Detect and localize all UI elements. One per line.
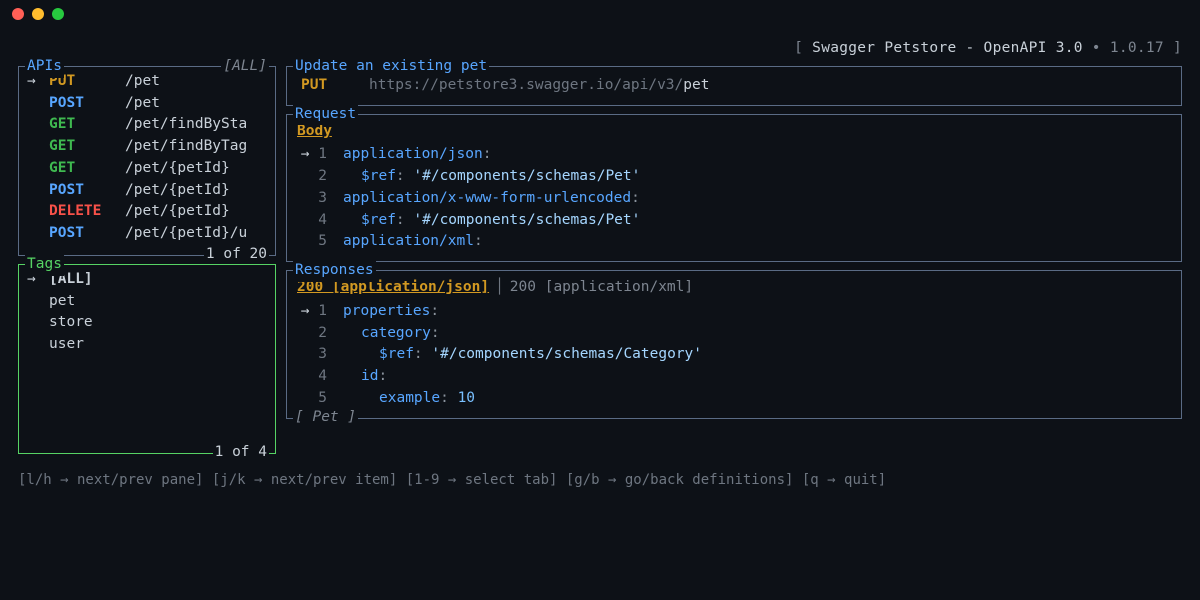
apis-panel-title: APIs xyxy=(25,56,64,78)
code-line: 1properties: xyxy=(297,301,1171,323)
endpoint-method: PUT xyxy=(301,75,369,97)
code-line: 3$ref: '#/components/schemas/Category' xyxy=(297,344,1171,366)
apis-filter-label: [ALL] xyxy=(221,56,269,78)
responses-panel[interactable]: Responses 200 [application/json]│200 [ap… xyxy=(286,270,1182,419)
tag-list-item[interactable]: store xyxy=(27,312,267,334)
minimize-icon[interactable] xyxy=(32,8,44,20)
request-panel-title: Request xyxy=(293,104,358,126)
request-panel[interactable]: Request Body 1application/json:2$ref: '#… xyxy=(286,114,1182,263)
responses-footer-label: [ Pet ] xyxy=(293,407,358,429)
responses-panel-title: Responses xyxy=(293,260,376,282)
code-line: 5application/xml: xyxy=(297,231,1171,253)
window-titlebar xyxy=(0,0,1200,28)
tag-list-item[interactable]: pet xyxy=(27,291,267,313)
api-list-item[interactable]: DELETE/pet/{petId} xyxy=(27,201,267,223)
endpoint-url: https://petstore3.swagger.io/api/v3/pet xyxy=(369,75,709,97)
apis-status: 1 of 20 xyxy=(204,244,269,266)
api-list-item[interactable]: GET/pet/findByTag xyxy=(27,136,267,158)
api-list-item[interactable]: POST/pet/{petId}/u xyxy=(27,223,267,245)
tab-separator: │ xyxy=(495,279,504,295)
maximize-icon[interactable] xyxy=(52,8,64,20)
api-spec-header: [ Swagger Petstore - OpenAPI 3.0 • 1.0.1… xyxy=(18,34,1182,66)
tab-response-inactive[interactable]: 200 [application/xml] xyxy=(510,279,693,295)
endpoint-panel: Update an existing pet PUT https://petst… xyxy=(286,66,1182,106)
tags-panel[interactable]: Tags →[ALL]petstoreuser 1 of 4 xyxy=(18,264,276,454)
api-list-item[interactable]: GET/pet/{petId} xyxy=(27,158,267,180)
api-list-item[interactable]: POST/pet xyxy=(27,93,267,115)
apis-panel[interactable]: APIs [ALL] →PUT/petPOST/petGET/pet/findB… xyxy=(18,66,276,256)
code-line: 1application/json: xyxy=(297,144,1171,166)
tags-status: 1 of 4 xyxy=(213,442,269,464)
code-line: 2$ref: '#/components/schemas/Pet' xyxy=(297,166,1171,188)
code-line: 3application/x-www-form-urlencoded: xyxy=(297,188,1171,210)
code-line: 4$ref: '#/components/schemas/Pet' xyxy=(297,210,1171,232)
api-list-item[interactable]: GET/pet/findBySta xyxy=(27,114,267,136)
code-line: 4id: xyxy=(297,366,1171,388)
code-line: 5example: 10 xyxy=(297,388,1171,410)
keybind-hints: [l/h → next/prev pane] [j/k → next/prev … xyxy=(0,462,1200,491)
code-line: 2category: xyxy=(297,323,1171,345)
api-list-item[interactable]: POST/pet/{petId} xyxy=(27,180,267,202)
endpoint-title: Update an existing pet xyxy=(293,56,489,78)
close-icon[interactable] xyxy=(12,8,24,20)
tags-panel-title: Tags xyxy=(25,254,64,276)
tag-list-item[interactable]: user xyxy=(27,334,267,356)
